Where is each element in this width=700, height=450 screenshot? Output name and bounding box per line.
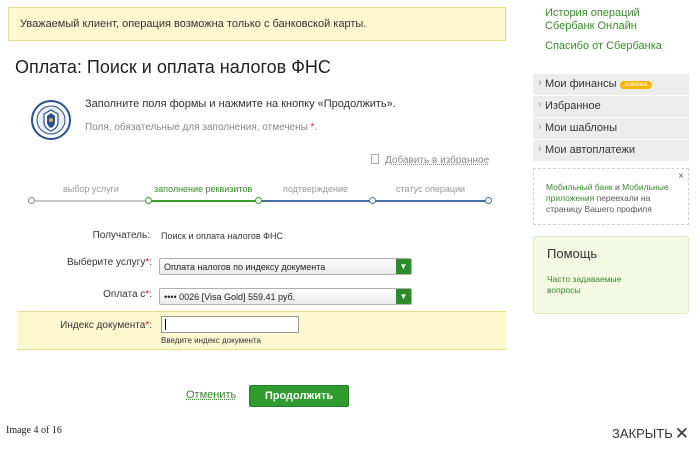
text-caret: [165, 319, 166, 330]
continue-button[interactable]: Продолжить: [249, 385, 349, 407]
sidebar-item-autopayments[interactable]: Мои автоплатежи: [533, 140, 689, 162]
image-counter: Image 4 of 16: [6, 425, 62, 436]
help-box: Помощь Часто задаваемые вопросы: [533, 236, 689, 314]
add-to-favorites-label: Добавить в избранное: [385, 155, 490, 166]
sidebar-item-finances[interactable]: Мои финансы новинка: [533, 74, 689, 96]
mobile-bank-notice-text: Мобильный банк и Мобильные приложения пе…: [546, 182, 676, 215]
doc-index-hint: Введите индекс документа: [161, 336, 261, 345]
thanks-link[interactable]: Спасибо от Сбербанка: [545, 40, 662, 52]
recipient-value: Поиск и оплата налогов ФНС: [161, 231, 283, 241]
new-badge: новинка: [620, 81, 653, 89]
required-note-period: .: [314, 122, 318, 133]
instruction-text: Заполните поля формы и нажмите на кнопку…: [85, 98, 396, 110]
new-badge-text: новинка: [624, 82, 648, 88]
step-dot-end: [485, 197, 492, 204]
faq-link[interactable]: Часто задаваемые вопросы: [547, 274, 637, 296]
chevron-down-icon: ▼: [396, 289, 411, 304]
service-select[interactable]: Оплата налогов по индексу документа ▼: [159, 258, 412, 275]
step-label-3: подтверждение: [283, 184, 349, 194]
pay-from-select-value: •••• 0026 [Visa Gold] 559.41 руб.: [164, 292, 296, 302]
step-dot-start: [28, 197, 35, 204]
sidebar-item-label: Мои автоплатежи: [545, 144, 636, 156]
step-label-1: выбор услуги: [63, 184, 119, 194]
mobile-bank-notice: × Мобильный банк и Мобильные приложения …: [533, 168, 689, 225]
recipient-label: Получатель:: [92, 230, 150, 241]
doc-index-label-text: Индекс документа: [60, 320, 146, 331]
cancel-link[interactable]: Отменить: [186, 389, 236, 401]
help-title: Помощь: [547, 246, 598, 261]
mobile-bank-link[interactable]: Мобильный банк: [546, 182, 613, 192]
add-to-favorites-link[interactable]: Добавить в избранное: [371, 154, 489, 166]
history-link[interactable]: История операций Сбербанк Онлайн: [545, 7, 665, 33]
step-track-active: [148, 200, 258, 202]
doc-index-input[interactable]: [161, 316, 299, 333]
service-label-colon: :: [149, 257, 152, 268]
sidebar-item-label: Избранное: [545, 100, 601, 112]
chevron-down-icon: ▼: [396, 259, 411, 274]
step-label-4: статус операции: [396, 184, 466, 194]
required-note-text: Поля, обязательные для заполнения, отмеч…: [85, 122, 308, 133]
service-select-value: Оплата налогов по индексу документа: [164, 262, 326, 272]
sidebar-menu: Мои финансы новинка Избранное Мои шаблоны…: [533, 74, 689, 162]
doc-index-label-colon: :: [149, 320, 152, 331]
pay-from-select[interactable]: •••• 0026 [Visa Gold] 559.41 руб. ▼: [159, 288, 412, 305]
close-viewer-label: ЗАКРЫТЬ: [612, 426, 673, 441]
close-viewer-button[interactable]: ЗАКРЫТЬ ✕: [612, 424, 689, 444]
service-label: Выберите услугу*:: [60, 257, 152, 268]
step-dot-2: [145, 197, 152, 204]
progress-steps: выбор услуги заполнение реквизитов подтв…: [28, 184, 494, 208]
sidebar-item-templates[interactable]: Мои шаблоны: [533, 118, 689, 140]
sidebar-item-label: Мои шаблоны: [545, 122, 617, 134]
step-dot-4: [369, 197, 376, 204]
required-fields-note: Поля, обязательные для заполнения, отмеч…: [85, 122, 317, 133]
step-track-done: [31, 200, 148, 202]
step-label-2: заполнение реквизитов: [154, 184, 253, 194]
pay-from-label-text: Оплата с: [103, 289, 146, 300]
pay-from-label-colon: :: [149, 289, 152, 300]
sidebar-item-label: Мои финансы: [545, 78, 617, 90]
close-icon: ✕: [674, 424, 689, 443]
service-label-text: Выберите услугу: [66, 257, 146, 268]
bookmark-icon: [371, 154, 379, 164]
fns-emblem-icon: [31, 100, 71, 140]
step-dot-3: [255, 197, 262, 204]
mobile-notice-and: и: [612, 182, 623, 192]
close-icon[interactable]: ×: [678, 171, 684, 182]
pay-from-label: Оплата с*:: [90, 289, 152, 300]
sidebar-item-favorites[interactable]: Избранное: [533, 96, 689, 118]
doc-index-label: Индекс документа*:: [52, 320, 152, 331]
page-title: Оплата: Поиск и оплата налогов ФНС: [15, 57, 331, 77]
operation-notice: Уважаемый клиент, операция возможна толь…: [8, 7, 506, 41]
